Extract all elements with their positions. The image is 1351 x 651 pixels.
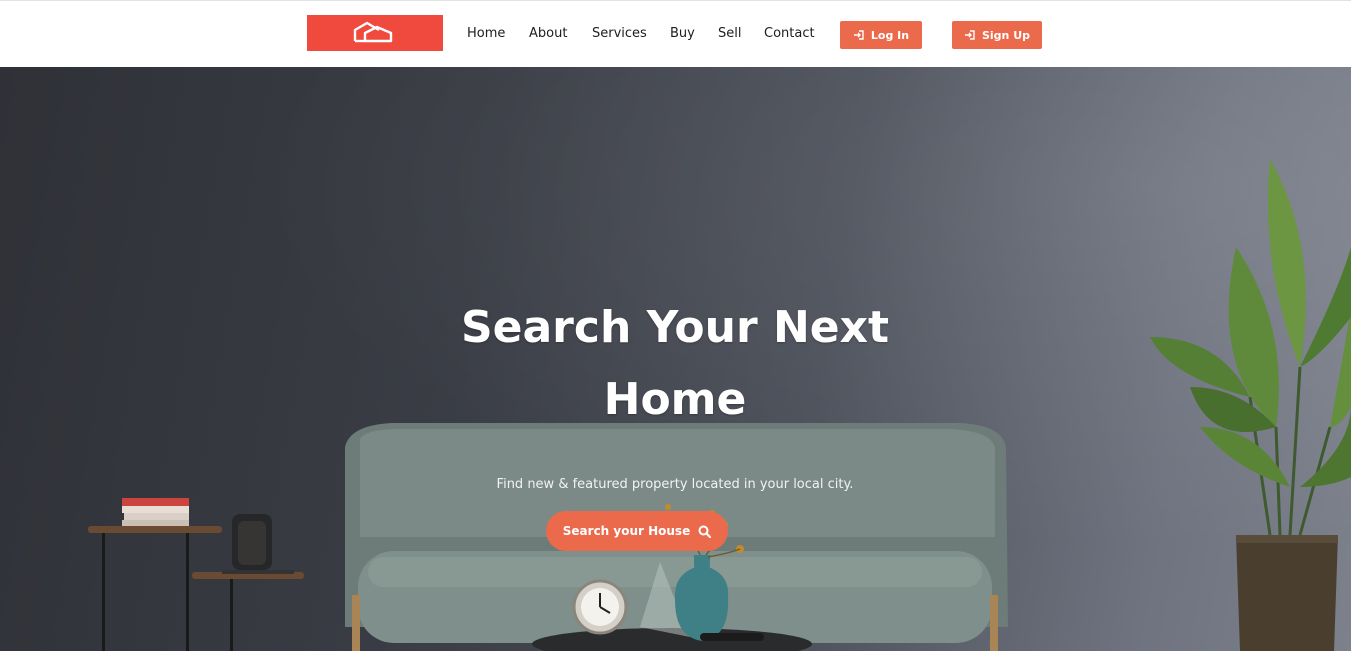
nav-link-buy[interactable]: Buy xyxy=(670,25,695,43)
house-logo-icon xyxy=(353,21,393,43)
hero-section: Search Your Next Home Find new & feature… xyxy=(0,67,1351,651)
search-house-button[interactable]: Search your House xyxy=(546,511,728,551)
search-icon xyxy=(698,525,712,538)
sign-in-icon xyxy=(964,30,975,40)
nav-link-sell[interactable]: Sell xyxy=(718,25,741,43)
login-label: Log In xyxy=(870,28,910,42)
nav-link-services[interactable]: Services xyxy=(592,25,647,43)
signup-button[interactable]: Sign Up xyxy=(952,21,1042,49)
search-house-label: Search your House xyxy=(562,524,691,538)
sign-in-icon xyxy=(853,30,864,40)
brand-logo[interactable] xyxy=(307,15,443,51)
nav-link-about[interactable]: About xyxy=(529,25,567,43)
nav-link-home[interactable]: Home xyxy=(467,25,505,43)
nav-link-contact[interactable]: Contact xyxy=(764,25,815,43)
hero-title-line2: Home xyxy=(603,374,747,425)
side-table-illustration xyxy=(88,498,304,651)
signup-label: Sign Up xyxy=(981,28,1031,42)
login-button[interactable]: Log In xyxy=(840,21,922,49)
hero-subtitle: Find new & featured property located in … xyxy=(496,477,854,492)
plant-illustration xyxy=(1150,159,1351,651)
hero-title-line1: Search Your Next xyxy=(460,302,890,353)
navbar: Home About Services Buy Sell Contact Log… xyxy=(0,0,1351,67)
hero-title: Search Your Next Home xyxy=(400,292,950,436)
